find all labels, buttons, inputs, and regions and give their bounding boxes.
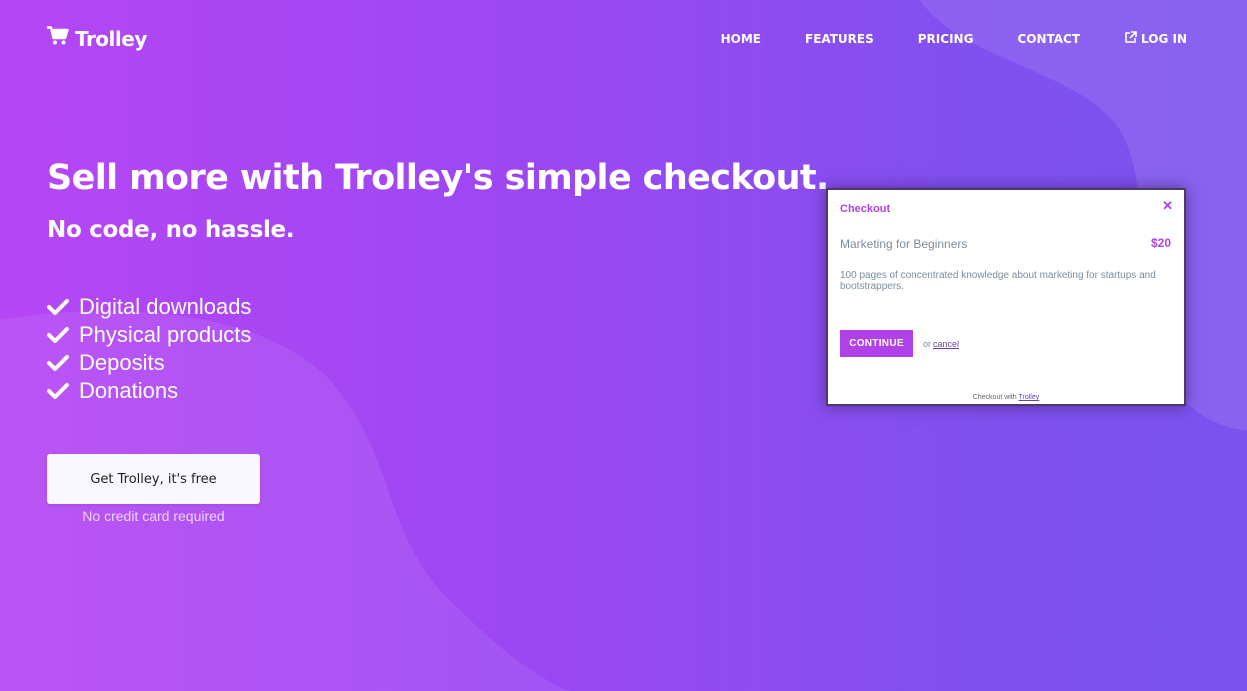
nav-contact[interactable]: CONTACT bbox=[1017, 31, 1080, 47]
feature-label: Deposits bbox=[79, 350, 165, 375]
nav-pricing[interactable]: PRICING bbox=[918, 31, 974, 47]
hero-headline: Sell more with Trolley's simple checkout… bbox=[47, 158, 829, 198]
feature-list: Digital downloads Physical products Depo… bbox=[47, 293, 251, 405]
external-link-icon bbox=[1124, 31, 1137, 47]
feature-item: Donations bbox=[47, 377, 251, 405]
check-icon bbox=[47, 298, 69, 316]
cart-icon bbox=[47, 26, 69, 51]
product-price: $20 bbox=[1150, 236, 1171, 250]
check-icon bbox=[47, 354, 69, 372]
get-trolley-button[interactable]: Get Trolley, it's free bbox=[47, 454, 260, 504]
nav-login-label: LOG IN bbox=[1141, 32, 1187, 46]
nav-features[interactable]: FEATURES bbox=[805, 31, 874, 47]
product-description: 100 pages of concentrated knowledge abou… bbox=[840, 270, 1156, 292]
top-navigation: Trolley HOME FEATURES PRICING CONTACT LO… bbox=[0, 0, 1247, 78]
checkout-footer-link[interactable]: Trolley bbox=[1019, 394, 1040, 401]
product-name: Marketing for Beginners bbox=[840, 237, 968, 251]
feature-label: Physical products bbox=[79, 322, 252, 347]
feature-item: Physical products bbox=[47, 321, 251, 349]
nav-home[interactable]: HOME bbox=[721, 31, 761, 47]
hero-subheadline: No code, no hassle. bbox=[47, 217, 295, 243]
feature-label: Donations bbox=[79, 378, 179, 403]
no-credit-card-note: No credit card required bbox=[82, 508, 225, 524]
close-icon[interactable]: ✕ bbox=[1162, 198, 1173, 214]
brand-logo[interactable]: Trolley bbox=[47, 26, 147, 51]
check-icon bbox=[47, 382, 69, 400]
brand-name: Trolley bbox=[75, 26, 147, 51]
checkout-footer-text: Checkout with bbox=[972, 394, 1017, 401]
cancel-link[interactable]: cancel bbox=[933, 339, 959, 349]
checkout-preview: Checkout ✕ Marketing for Beginners $20 1… bbox=[826, 188, 1186, 406]
checkout-title: Checkout bbox=[840, 203, 891, 215]
feature-label: Digital downloads bbox=[79, 294, 252, 319]
nav-links: HOME FEATURES PRICING CONTACT LOG IN bbox=[721, 31, 1187, 47]
or-text: or bbox=[923, 339, 932, 349]
feature-item: Deposits bbox=[47, 349, 251, 377]
continue-button[interactable]: CONTINUE bbox=[840, 330, 913, 357]
feature-item: Digital downloads bbox=[47, 293, 251, 321]
check-icon bbox=[47, 326, 69, 344]
nav-login[interactable]: LOG IN bbox=[1124, 31, 1187, 47]
checkout-footer: Checkout with Trolley bbox=[828, 394, 1184, 401]
